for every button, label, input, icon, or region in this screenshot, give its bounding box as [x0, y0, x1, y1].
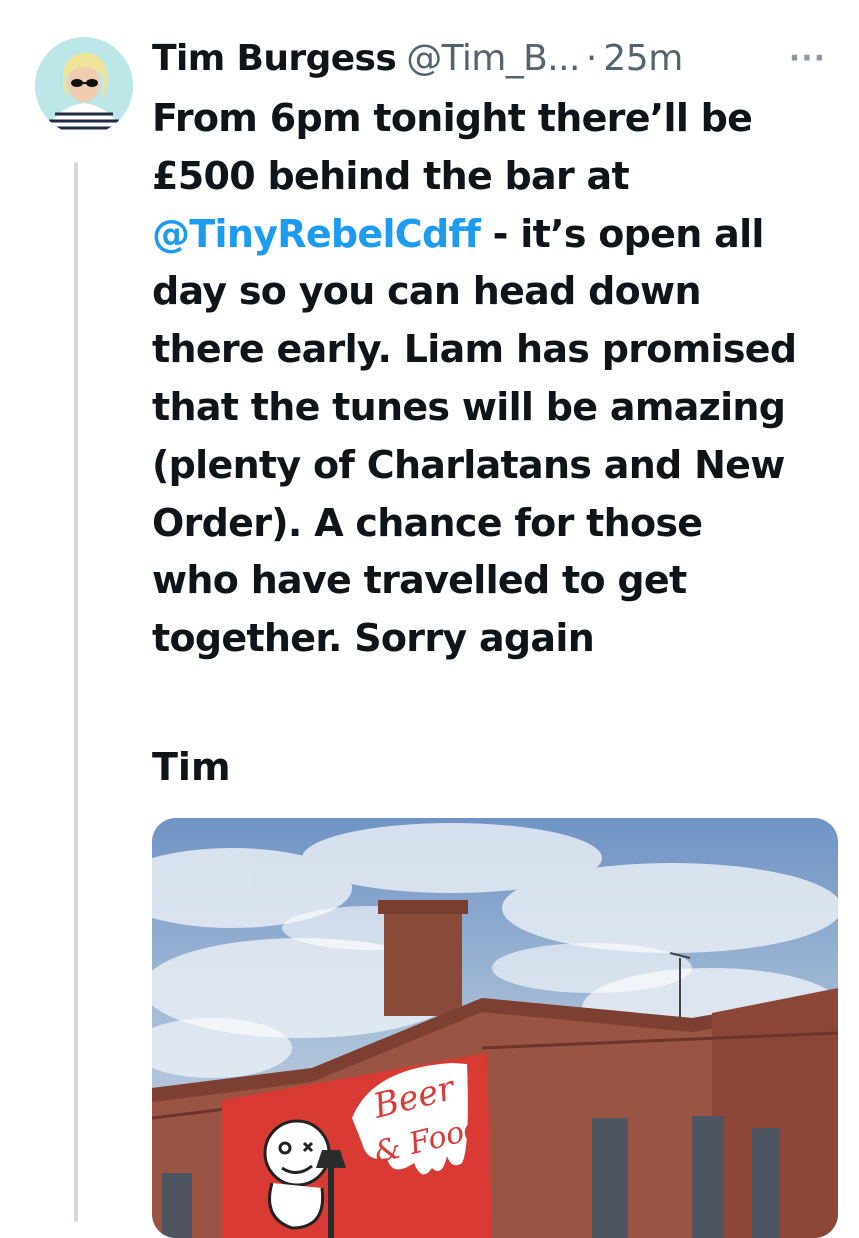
tweet-text-line: who have travelled to get [152, 558, 687, 603]
thread-connector-line [74, 162, 78, 1222]
display-name[interactable]: Tim Burgess [152, 30, 397, 88]
tweet-text-line: @TinyRebelCdff - it’s open all [152, 211, 764, 256]
avatar[interactable] [35, 37, 133, 135]
tweet-header: Tim Burgess @Tim_B... · 25m ··· [152, 30, 842, 90]
timestamp[interactable]: 25m [603, 30, 683, 88]
tweet-text-line: there early. Liam has promised [152, 327, 797, 372]
tweet-text-line: Order). A chance for those [152, 500, 703, 545]
tweet-text-line: From 6pm tonight there’ll be [152, 96, 753, 140]
user-handle[interactable]: @Tim_B... [406, 30, 580, 88]
tweet-text-line: together. Sorry again [152, 616, 595, 661]
tweet-text-line: that the tunes will be amazing [152, 384, 786, 429]
tweet-text-line: (plenty of Charlatans and New [152, 442, 785, 487]
more-options-icon[interactable]: ··· [789, 30, 826, 88]
tweet-sign-off: Tim [152, 745, 231, 789]
tweet-media-image[interactable]: Beer & Food [152, 818, 838, 1238]
tweet-text: From 6pm tonight there’ll be £500 behind… [152, 90, 852, 668]
tweet-text-line: day so you can head down [152, 269, 702, 314]
tweet-text-line: £500 behind the bar at [152, 153, 630, 198]
separator-dot: · [585, 38, 598, 79]
mention-link[interactable]: @TinyRebelCdff [152, 212, 481, 256]
